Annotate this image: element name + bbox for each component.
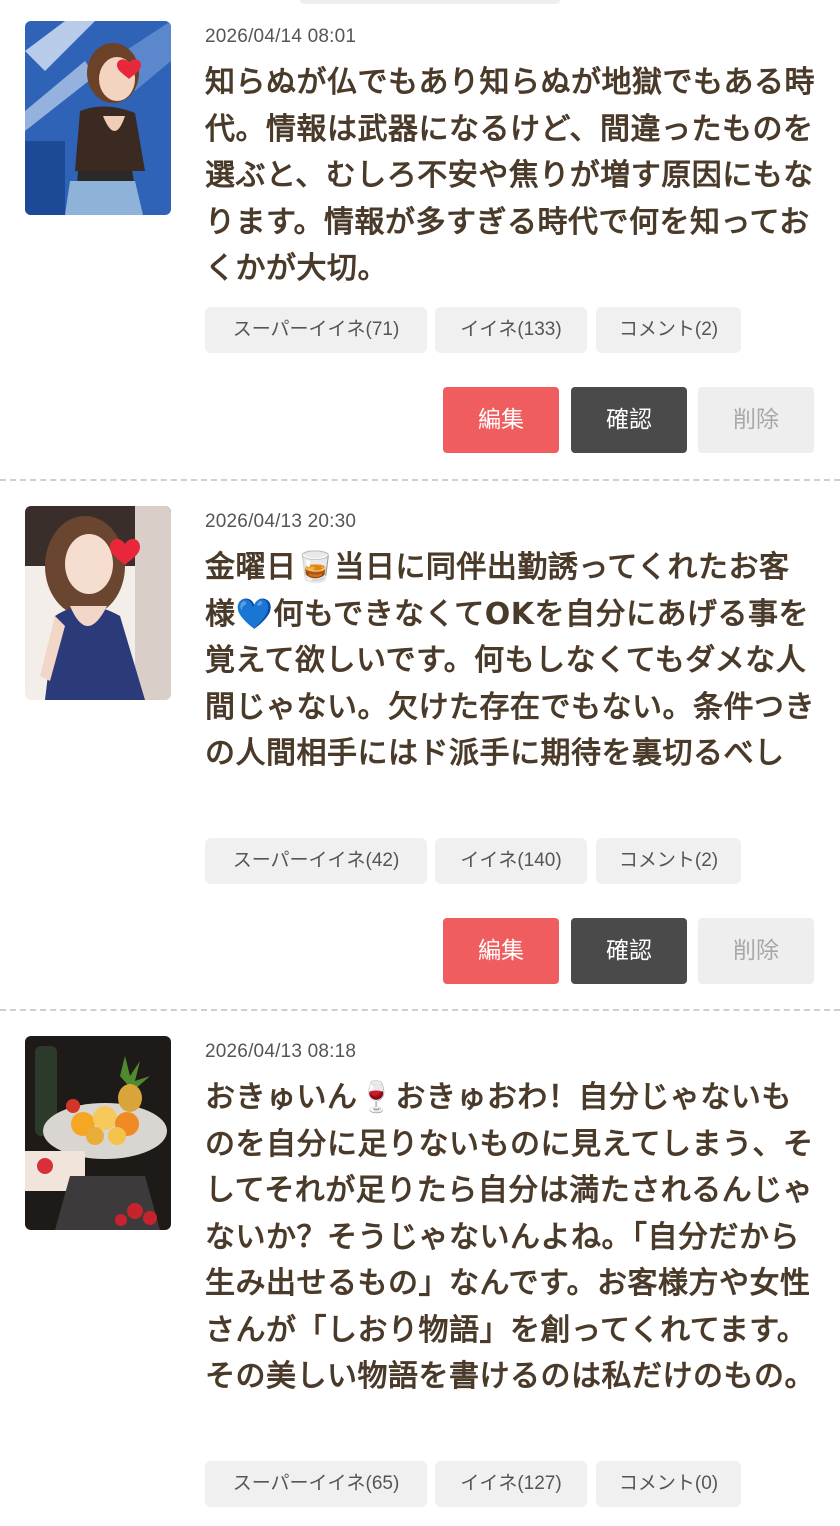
post-divider [0,479,840,481]
post-actions: 編集 確認 削除 [0,918,840,984]
post-body: おきゅいん🍷おきゅおわ！自分じゃないものを自分に足りないものに見えてしまう、そし… [205,1080,815,1394]
photo-woman-navy-dress [25,506,171,700]
super-like-button[interactable]: スーパーイイネ(71) [205,307,427,353]
post-photo[interactable] [25,21,171,215]
top-scroll-edge [300,0,560,4]
post-photo[interactable] [25,1036,171,1230]
like-button[interactable]: イイネ(127) [435,1461,587,1507]
post-body: 金曜日🥃当日に同伴出勤誘ってくれたお客様💙何もできなくてOKを自分にあげる事を覚… [205,550,815,771]
photo-fruit-platter [25,1036,171,1230]
comment-button[interactable]: コメント(0) [596,1461,741,1507]
post-date: 2026/04/13 08:18 [205,1041,357,1062]
super-like-button[interactable]: スーパーイイネ(65) [205,1461,427,1507]
like-button[interactable]: イイネ(140) [435,838,587,884]
post-date: 2026/04/13 20:30 [205,511,357,532]
post-body: 知らぬが仏でもあり知らぬが地獄でもある時代。情報は武器になるけど、間違ったものを… [205,65,815,286]
edit-button[interactable]: 編集 [443,918,559,984]
confirm-button[interactable]: 確認 [571,387,687,453]
post-actions: 編集 確認 削除 [0,387,840,453]
comment-button[interactable]: コメント(2) [596,307,741,353]
comment-button[interactable]: コメント(2) [596,838,741,884]
post-photo[interactable] [25,506,171,700]
photo-woman-blue-bg [25,21,171,215]
post-divider [0,1009,840,1011]
like-button[interactable]: イイネ(133) [435,307,587,353]
super-like-button[interactable]: スーパーイイネ(42) [205,838,427,884]
delete-button[interactable]: 削除 [698,918,814,984]
edit-button[interactable]: 編集 [443,387,559,453]
post-date: 2026/04/14 08:01 [205,26,357,47]
delete-button[interactable]: 削除 [698,387,814,453]
confirm-button[interactable]: 確認 [571,918,687,984]
